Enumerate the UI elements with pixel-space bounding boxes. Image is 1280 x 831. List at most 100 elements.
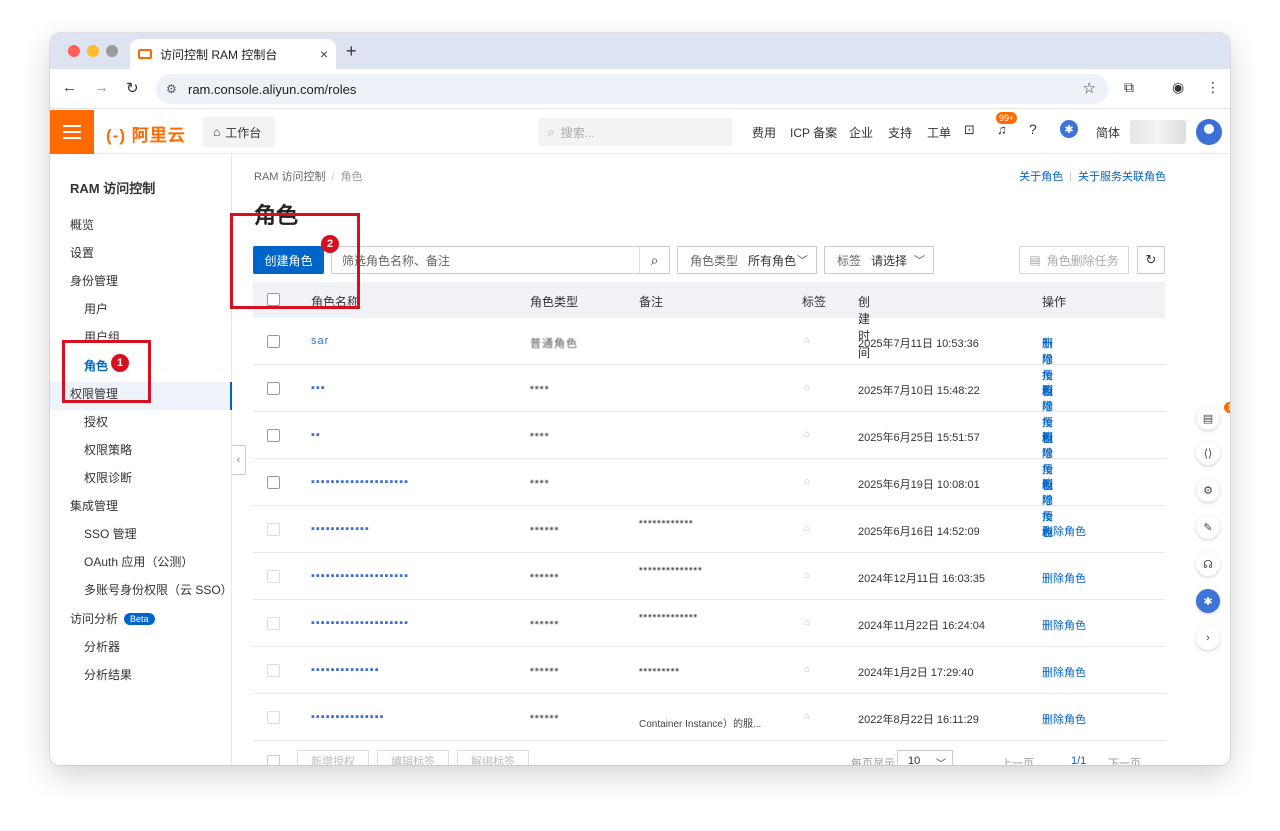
aliyun-logo[interactable]: (-) 阿里云 xyxy=(106,121,186,146)
workbench-button[interactable]: ⌂ 工作台 xyxy=(203,117,275,147)
role-filter-input[interactable]: 筛选角色名称、备注 ⌕ xyxy=(331,246,670,274)
about-service-linked-roles-link[interactable]: 关于服务关联角色 xyxy=(1078,171,1166,183)
nav-icp[interactable]: ICP 备案 xyxy=(790,124,837,141)
delete-task-button[interactable]: ▤ 角色删除任务 xyxy=(1019,246,1129,274)
gear-icon[interactable]: ⚙ xyxy=(1196,478,1220,502)
role-name-link[interactable]: ▪▪▪▪▪▪▪▪▪▪▪▪▪▪ xyxy=(311,664,380,676)
code-icon[interactable]: ⟨⟩ xyxy=(1196,441,1220,465)
tag-icon[interactable]: ⌂ xyxy=(804,382,810,393)
sidebar-group-identity[interactable]: 身份管理 xyxy=(70,272,118,289)
row-checkbox[interactable] xyxy=(267,335,280,348)
sidebar-item-oauth[interactable]: OAuth 应用（公测） xyxy=(84,553,193,570)
bell-icon[interactable]: ♫ xyxy=(997,122,1007,137)
role-type-select[interactable]: 角色类型 所有角色 ﹀ xyxy=(677,246,817,274)
batch-edit-tags-button[interactable]: 编辑标签 xyxy=(377,750,449,765)
chevron-right-icon[interactable]: › xyxy=(1196,626,1220,650)
tag-icon[interactable]: ⌂ xyxy=(804,711,810,722)
sidebar-item-policies[interactable]: 权限策略 xyxy=(84,441,132,458)
role-name-link[interactable]: ▪▪▪ xyxy=(311,382,326,394)
profile-icon[interactable]: ◉ xyxy=(1172,79,1184,96)
browser-tab[interactable]: 访问控制 RAM 控制台 × xyxy=(130,39,336,69)
url-bar[interactable]: ⚙ ram.console.aliyun.com/roles ☆ xyxy=(156,74,1108,104)
tag-icon[interactable]: ⌂ xyxy=(804,664,810,675)
delete-role-link[interactable]: 删除角色 xyxy=(1042,523,1086,539)
row-checkbox[interactable] xyxy=(267,476,280,489)
breadcrumb-ram[interactable]: RAM 访问控制 xyxy=(254,171,326,183)
assistant-icon[interactable]: ✱ xyxy=(1196,589,1220,613)
row-checkbox[interactable] xyxy=(267,382,280,395)
delete-role-link[interactable]: 删除角色 xyxy=(1042,570,1086,586)
delete-role-link[interactable]: 删除角色 xyxy=(1042,711,1086,727)
col-created[interactable]: 创建时间 ↑l xyxy=(858,293,870,360)
tag-icon[interactable]: ⌂ xyxy=(804,429,810,440)
delete-role-link[interactable]: 删除角色 xyxy=(1042,664,1086,680)
sidebar-item-settings[interactable]: 设置 xyxy=(70,244,94,261)
sidebar-item-overview[interactable]: 概览 xyxy=(70,216,94,233)
install-app-icon[interactable]: ⧉ xyxy=(1124,79,1134,96)
headset-icon[interactable]: ☊ xyxy=(1196,552,1220,576)
role-name-link[interactable]: ▪▪▪▪▪▪▪▪▪▪▪▪▪▪▪▪▪▪▪▪ xyxy=(311,476,409,488)
nav-support[interactable]: 支持 xyxy=(888,124,912,141)
about-roles-link[interactable]: 关于角色 xyxy=(1019,171,1063,183)
reload-icon[interactable]: ↻ xyxy=(126,79,139,97)
global-search-input[interactable]: ⌕ 搜索... xyxy=(538,118,732,146)
zoom-window-button[interactable] xyxy=(106,45,118,57)
language-switch[interactable]: 简体 xyxy=(1096,124,1120,141)
sidebar-item-results[interactable]: 分析结果 xyxy=(84,666,132,683)
close-tab-icon[interactable]: × xyxy=(320,46,328,62)
nav-enterprise[interactable]: 企业 xyxy=(849,124,873,141)
batch-unbind-tags-button[interactable]: 解绑标签 xyxy=(457,750,529,765)
role-name-link[interactable]: ▪▪▪▪▪▪▪▪▪▪▪▪ xyxy=(311,523,370,535)
help-icon[interactable]: ? xyxy=(1029,121,1037,137)
batch-grant-button[interactable]: 新增授权 xyxy=(297,750,369,765)
sidebar-item-grants[interactable]: 授权 xyxy=(84,413,108,430)
sidebar-item-diagnostics[interactable]: 权限诊断 xyxy=(84,469,132,486)
next-page-button[interactable]: 下一页 xyxy=(1108,755,1141,765)
close-window-button[interactable] xyxy=(68,45,80,57)
search-icon[interactable]: ⌕ xyxy=(639,247,669,273)
row-checkbox[interactable] xyxy=(267,429,280,442)
tag-icon[interactable]: ⌂ xyxy=(804,523,810,534)
bookmark-star-icon[interactable]: ☆ xyxy=(1083,79,1096,97)
tag-icon[interactable]: ⌂ xyxy=(804,335,810,346)
role-name-link[interactable]: ▪▪▪▪▪▪▪▪▪▪▪▪▪▪▪ xyxy=(311,711,385,723)
sidebar-group-integration[interactable]: 集成管理 xyxy=(70,497,118,514)
sidebar-item-sso[interactable]: SSO 管理 xyxy=(84,525,137,542)
footer-select-all-checkbox[interactable] xyxy=(267,755,280,765)
role-name-link[interactable]: sar xyxy=(311,335,329,347)
tag-icon[interactable]: ⌂ xyxy=(804,570,810,581)
sidebar-item-users[interactable]: 用户 xyxy=(84,300,108,317)
tag-icon[interactable]: ⌂ xyxy=(804,617,810,628)
document-icon[interactable]: ▤ 1 xyxy=(1196,402,1230,430)
created-time: 2025年6月16日 14:52:09 xyxy=(858,526,980,538)
role-type: ▪▪▪▪▪▪ xyxy=(530,711,560,723)
forward-icon[interactable]: → xyxy=(94,79,109,96)
refresh-icon[interactable]: ↻ xyxy=(1137,246,1165,274)
new-tab-button[interactable]: + xyxy=(346,41,357,62)
help-links: 关于角色 | 关于服务关联角色 xyxy=(1019,171,1166,183)
edit-icon[interactable]: ✎ xyxy=(1196,515,1220,539)
terminal-icon[interactable]: ⊡ xyxy=(964,122,975,138)
page-size-select[interactable]: 10 ﹀ xyxy=(897,750,953,765)
avatar[interactable] xyxy=(1196,119,1222,145)
browser-menu-icon[interactable]: ⋮ xyxy=(1206,79,1220,96)
tag-select[interactable]: 标签 请选择 ﹀ xyxy=(824,246,934,274)
site-settings-icon[interactable]: ⚙ xyxy=(166,82,177,96)
tag-icon[interactable]: ⌂ xyxy=(804,476,810,487)
assistant-icon[interactable]: ✱ xyxy=(1060,120,1078,138)
back-icon[interactable]: ← xyxy=(62,79,77,96)
nav-ticket[interactable]: 工单 xyxy=(927,124,951,141)
role-name-link[interactable]: ▪▪▪▪▪▪▪▪▪▪▪▪▪▪▪▪▪▪▪▪ xyxy=(311,570,409,582)
sidebar-item-cloud-sso[interactable]: 多账号身份权限（云 SSO） xyxy=(84,581,233,598)
minimize-window-button[interactable] xyxy=(87,45,99,57)
delete-role-link[interactable]: 删除角色 xyxy=(1042,617,1086,633)
hamburger-menu-icon[interactable] xyxy=(50,110,94,154)
sidebar-group-analysis[interactable]: 访问分析 Beta xyxy=(70,610,155,627)
nav-billing[interactable]: 费用 xyxy=(752,124,776,141)
sidebar: RAM 访问控制 概览 设置 身份管理 用户 用户组 角色 权限管理 授权 权限… xyxy=(50,154,233,765)
role-name-link[interactable]: ▪▪ xyxy=(311,429,321,441)
role-name-link[interactable]: ▪▪▪▪▪▪▪▪▪▪▪▪▪▪▪▪▪▪▪▪ xyxy=(311,617,409,629)
prev-page-button[interactable]: 上一页 xyxy=(1001,755,1034,765)
sidebar-item-analyzer[interactable]: 分析器 xyxy=(84,638,120,655)
account-name-redacted[interactable] xyxy=(1130,120,1186,144)
